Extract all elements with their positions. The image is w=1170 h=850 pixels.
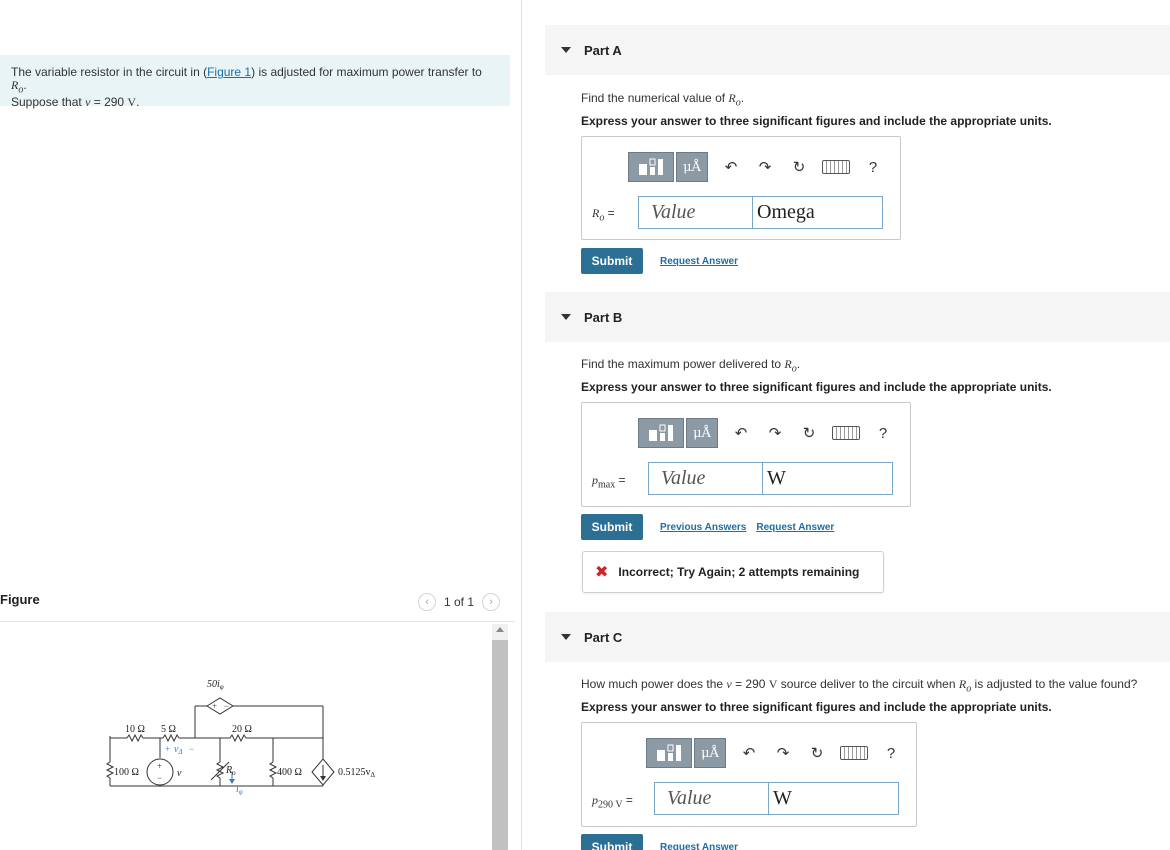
part-b-input-row: Value W	[648, 462, 893, 495]
ro-label: Ro	[225, 765, 236, 777]
next-figure-button[interactable]: ›	[482, 593, 501, 611]
help-button[interactable]: ?	[866, 425, 900, 442]
templates-icon	[639, 158, 663, 175]
vdelta-label: vΔ	[174, 744, 183, 756]
r5-label: 5 Ω	[161, 724, 176, 735]
units-button[interactable]: μÅ	[694, 738, 726, 768]
collapse-triangle-icon[interactable]	[561, 314, 571, 320]
part-c-answer-box: μÅ ↶ ↷ ↻ ? p290 V = Value W	[581, 722, 917, 827]
r20-label: 20 Ω	[232, 724, 252, 735]
r100-label: 100 Ω	[114, 767, 139, 778]
keyboard-icon[interactable]	[822, 160, 850, 174]
part-a-question: Find the numerical value of Ro.	[581, 91, 745, 109]
units-button[interactable]: μÅ	[686, 418, 718, 448]
part-c-input-row: Value W	[654, 782, 899, 815]
pager-text: 1 of 1	[444, 595, 475, 609]
part-b-var-label: pmax =	[592, 473, 626, 491]
undo-icon[interactable]: ↶	[714, 158, 748, 176]
vsrc-label: v	[177, 768, 182, 779]
figure-pager: ‹ 1 of 1 ›	[418, 593, 501, 611]
part-c-question: How much power does the v = 290 V source…	[581, 677, 1138, 695]
part-a-header[interactable]: Part A	[545, 25, 1170, 75]
part-b-previous-answers-link[interactable]: Previous Answers	[660, 522, 746, 533]
part-c-toolbar: μÅ ↶ ↷ ↻ ?	[646, 738, 908, 768]
templates-icon	[657, 744, 681, 761]
undo-icon[interactable]: ↶	[732, 744, 766, 762]
undo-icon[interactable]: ↶	[724, 424, 758, 442]
collapse-triangle-icon[interactable]	[561, 634, 571, 640]
templates-button[interactable]	[628, 152, 674, 182]
scroll-up-arrow-icon[interactable]	[496, 627, 504, 632]
collapse-triangle-icon[interactable]	[561, 47, 571, 53]
part-c-instruction: Express your answer to three significant…	[581, 700, 1052, 714]
part-a-input-row: Value Omega	[638, 196, 883, 229]
part-c-var-label: p290 V =	[592, 793, 633, 811]
part-a-value-input[interactable]: Value	[638, 196, 753, 229]
figure-title: Figure	[0, 592, 40, 607]
svg-text:−: −	[189, 744, 194, 754]
part-a-var-label: Ro =	[592, 206, 615, 224]
dep-voltage-source-label: 50iφ	[207, 679, 224, 691]
right-panel: Part A Find the numerical value of Ro. E…	[523, 0, 1170, 850]
r10-label: 10 Ω	[125, 724, 145, 735]
reset-icon[interactable]: ↻	[792, 424, 826, 442]
part-a-submit-button[interactable]: Submit	[581, 248, 643, 274]
svg-text:+: +	[212, 701, 217, 711]
redo-icon[interactable]: ↷	[748, 158, 782, 176]
part-a-toolbar: μÅ ↶ ↷ ↻ ?	[628, 152, 890, 182]
part-b-feedback: ✖ Incorrect; Try Again; 2 attempts remai…	[582, 551, 884, 593]
part-a-answer-box: μÅ ↶ ↷ ↻ ? Ro = Value Omega	[581, 136, 901, 240]
left-panel: The variable resistor in the circuit in …	[0, 0, 522, 850]
templates-button[interactable]	[646, 738, 692, 768]
part-c-unit-input[interactable]: W	[769, 782, 899, 815]
redo-icon[interactable]: ↷	[758, 424, 792, 442]
part-b-toolbar: μÅ ↶ ↷ ↻ ?	[638, 418, 900, 448]
part-b-submit-button[interactable]: Submit	[581, 514, 643, 540]
part-b-actions: Submit Previous Answers Request Answer	[581, 514, 834, 540]
reset-icon[interactable]: ↻	[800, 744, 834, 762]
keyboard-icon[interactable]	[840, 746, 868, 760]
problem-statement: The variable resistor in the circuit in …	[0, 55, 510, 109]
part-b-header[interactable]: Part B	[545, 292, 1170, 342]
part-b-request-answer-link[interactable]: Request Answer	[756, 522, 834, 533]
figure-link[interactable]: Figure 1	[207, 65, 251, 79]
part-a-instruction: Express your answer to three significant…	[581, 114, 1052, 128]
part-a-request-answer-link[interactable]: Request Answer	[660, 256, 738, 267]
current-source-label: 0.5125vΔ	[338, 767, 376, 779]
figure-scroll-thumb[interactable]	[492, 640, 508, 850]
reset-icon[interactable]: ↻	[782, 158, 816, 176]
part-b-question: Find the maximum power delivered to Ro.	[581, 357, 801, 375]
svg-text:+: +	[157, 761, 162, 771]
r400-label: 400 Ω	[277, 767, 302, 778]
part-b-answer-box: μÅ ↶ ↷ ↻ ? pmax = Value W	[581, 402, 911, 507]
incorrect-x-icon: ✖	[595, 564, 609, 581]
templates-icon	[649, 424, 673, 441]
help-button[interactable]: ?	[874, 745, 908, 762]
part-c-request-answer-link[interactable]: Request Answer	[660, 842, 738, 850]
part-c-value-input[interactable]: Value	[654, 782, 769, 815]
circuit-diagram: + − + − 50iφ 10 Ω 5 Ω 20 Ω + vΔ − 100 Ω …	[105, 679, 376, 796]
part-b-value-input[interactable]: Value	[648, 462, 763, 495]
help-button[interactable]: ?	[856, 159, 890, 176]
figure-divider	[0, 621, 515, 622]
prev-figure-button[interactable]: ‹	[418, 593, 436, 611]
part-b-unit-input[interactable]: W	[763, 462, 893, 495]
part-a-unit-input[interactable]: Omega	[753, 196, 883, 229]
ro-symbol: Ro	[11, 78, 24, 96]
svg-text:−: −	[157, 773, 162, 783]
part-c-actions: Submit Request Answer	[581, 834, 738, 850]
part-b-instruction: Express your answer to three significant…	[581, 380, 1052, 394]
svg-text:−: −	[224, 701, 229, 711]
templates-button[interactable]	[638, 418, 684, 448]
svg-text:+: +	[165, 744, 170, 754]
redo-icon[interactable]: ↷	[766, 744, 800, 762]
keyboard-icon[interactable]	[832, 426, 860, 440]
part-c-submit-button[interactable]: Submit	[581, 834, 643, 850]
units-button[interactable]: μÅ	[676, 152, 708, 182]
part-c-header[interactable]: Part C	[545, 612, 1170, 662]
part-a-actions: Submit Request Answer	[581, 248, 738, 274]
